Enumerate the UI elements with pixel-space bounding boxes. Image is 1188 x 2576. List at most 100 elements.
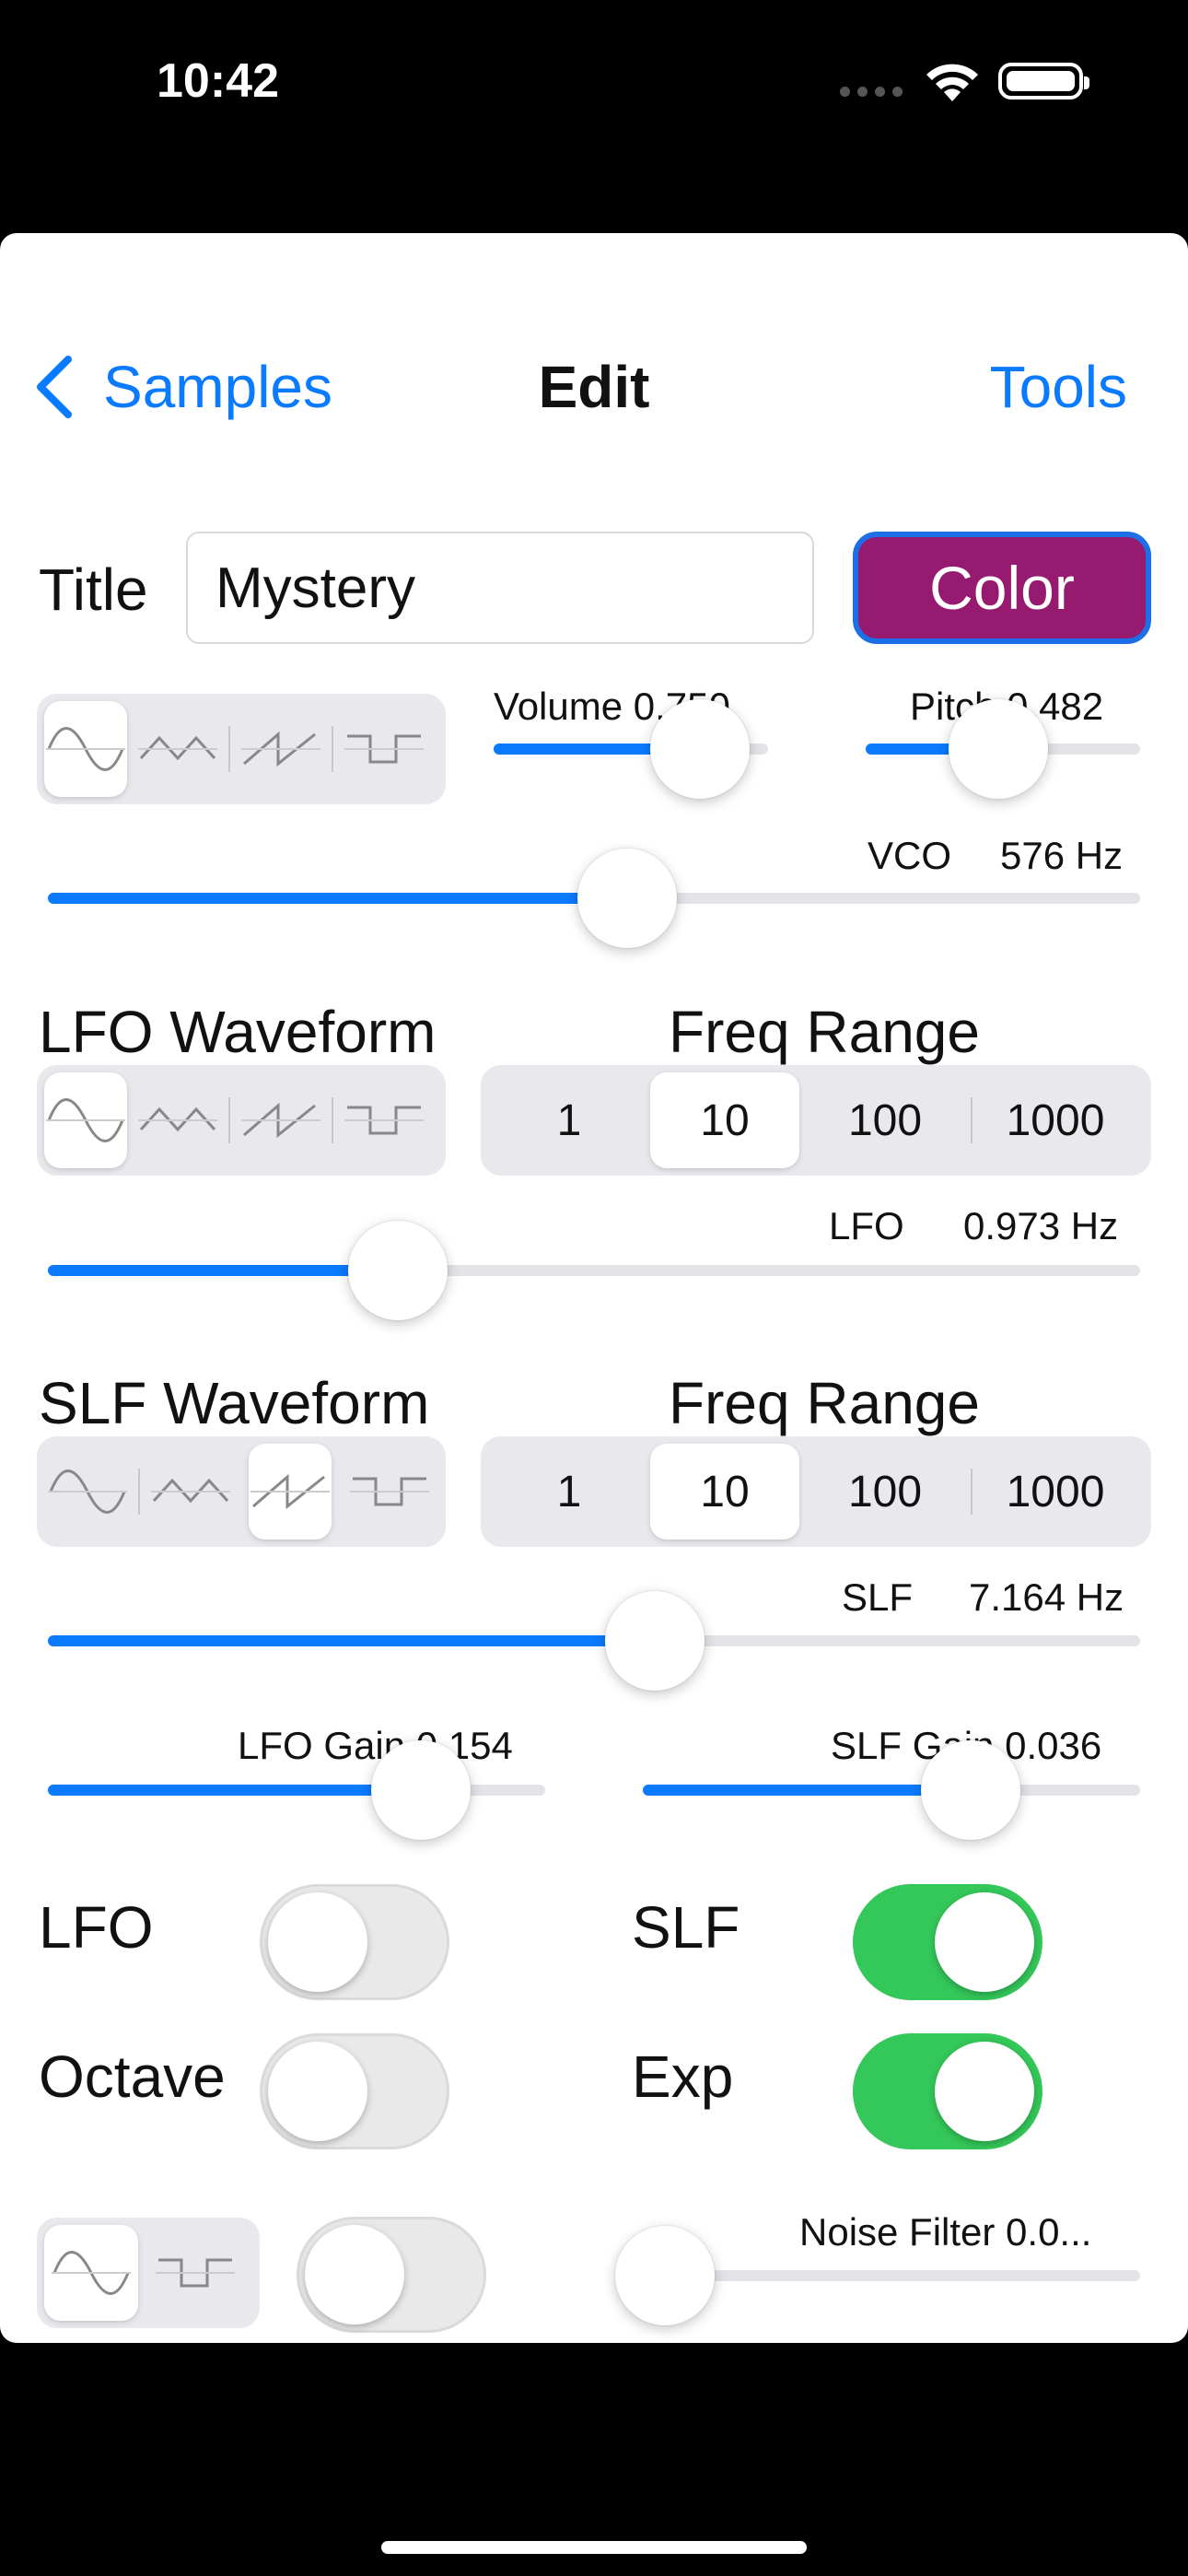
- lfo-gain-label: LFO Gain 0.154: [238, 1724, 513, 1767]
- sine-wave-icon: [46, 1098, 125, 1142]
- slf-waveform-sawtooth[interactable]: [249, 1444, 332, 1540]
- slf-range-1[interactable]: 1: [488, 1444, 650, 1540]
- sine-wave-icon: [48, 1469, 127, 1514]
- color-button-label: Color: [929, 554, 1075, 622]
- slf-frequency-slider-fill: [48, 1635, 656, 1646]
- vco-frequency-value: 576 Hz: [1000, 834, 1124, 877]
- noise-waveform-square[interactable]: [138, 2225, 252, 2321]
- lfo-range-100[interactable]: 100: [799, 1072, 971, 1168]
- octave-toggle-label: Octave: [39, 2043, 226, 2110]
- lfo-freq-range-label: Freq Range: [669, 999, 980, 1065]
- slf-range-100[interactable]: 100: [799, 1444, 971, 1540]
- pitch-slider-thumb[interactable]: [948, 699, 1048, 799]
- slf-range-10[interactable]: 10: [650, 1444, 799, 1540]
- lfo-waveform-segmented[interactable]: [37, 1065, 446, 1176]
- lfo-range-10[interactable]: 10: [650, 1072, 799, 1168]
- lfo-waveform-sine[interactable]: [44, 1072, 127, 1168]
- pitch-slider[interactable]: [866, 699, 1140, 799]
- triangle-wave-icon: [151, 1478, 230, 1504]
- status-time: 10:42: [157, 54, 279, 108]
- triangle-wave-icon: [138, 735, 217, 761]
- lfo-waveform-label: LFO Waveform: [39, 999, 437, 1065]
- slf-waveform-segmented[interactable]: [37, 1436, 446, 1547]
- lfo-waveform-triangle[interactable]: [127, 1072, 228, 1168]
- lfo-frequency-slider[interactable]: [48, 1221, 1140, 1320]
- vco-frequency-slider-fill: [48, 893, 627, 904]
- slf-gain-slider[interactable]: [643, 1740, 1140, 1840]
- vco-frequency-slider[interactable]: [48, 849, 1140, 948]
- lfo-toggle-label: LFO: [39, 1894, 154, 1961]
- noise-toggle[interactable]: [297, 2217, 486, 2333]
- noise-filter-label: Noise Filter 0.0...: [799, 2210, 1092, 2254]
- noise-waveform-sine[interactable]: [44, 2225, 138, 2321]
- slf-toggle-knob: [935, 1892, 1034, 1992]
- noise-filter-slider-thumb[interactable]: [615, 2226, 715, 2325]
- lfo-frequency-slider-fill: [48, 1265, 398, 1276]
- lfo-toggle-knob: [268, 1892, 367, 1992]
- lfo-frequency-value: 0.973 Hz: [963, 1204, 1119, 1247]
- vco-waveform-sawtooth[interactable]: [230, 701, 332, 797]
- slf-waveform-triangle[interactable]: [140, 1444, 241, 1540]
- square-wave-icon: [344, 1106, 424, 1135]
- lfo-gain-slider-fill: [48, 1785, 421, 1796]
- slf-waveform-label: SLF Waveform: [39, 1370, 430, 1436]
- noise-waveform-segmented[interactable]: [37, 2218, 260, 2328]
- exp-toggle[interactable]: [853, 2033, 1042, 2149]
- square-wave-icon: [156, 2258, 235, 2288]
- lfo-range-1000[interactable]: 1000: [973, 1072, 1138, 1168]
- slf-frequency-name: SLF: [842, 1575, 914, 1619]
- slf-freq-range-label: Freq Range: [669, 1370, 980, 1436]
- title-input[interactable]: Mystery: [186, 532, 814, 644]
- lfo-frequency-slider-thumb[interactable]: [347, 1221, 448, 1320]
- sine-wave-icon: [46, 727, 125, 771]
- vco-waveform-triangle[interactable]: [127, 701, 228, 797]
- vco-waveform-sine[interactable]: [44, 701, 127, 797]
- home-indicator[interactable]: [381, 2541, 807, 2554]
- lfo-waveform-square[interactable]: [333, 1072, 435, 1168]
- title-input-value: Mystery: [215, 556, 415, 620]
- vco-frequency-slider-thumb[interactable]: [577, 849, 677, 948]
- vco-waveform-square[interactable]: [333, 701, 435, 797]
- slf-toggle[interactable]: [853, 1884, 1042, 2000]
- octave-toggle-knob: [268, 2042, 367, 2141]
- square-wave-icon: [344, 734, 424, 764]
- volume-slider-thumb[interactable]: [649, 699, 750, 799]
- lfo-gain-slider[interactable]: [48, 1740, 545, 1840]
- tools-button[interactable]: Tools: [990, 353, 1127, 421]
- slf-freq-range-segmented[interactable]: 1 10 100 1000: [481, 1436, 1151, 1547]
- slf-frequency-slider[interactable]: [48, 1591, 1140, 1691]
- square-wave-icon: [350, 1477, 429, 1506]
- sawtooth-wave-icon: [241, 1102, 320, 1139]
- triangle-wave-icon: [138, 1107, 217, 1132]
- battery-icon: [998, 63, 1089, 100]
- exp-toggle-knob: [935, 2042, 1034, 2141]
- noise-filter-slider[interactable]: [615, 2226, 1140, 2325]
- status-bar: 10:42: [0, 0, 1188, 166]
- edit-sheet: Samples Edit Tools Title Mystery Color V…: [0, 233, 1188, 2343]
- sawtooth-wave-icon: [250, 1473, 330, 1510]
- slf-toggle-label: SLF: [632, 1894, 740, 1961]
- cellular-signal-icon: [840, 85, 910, 101]
- lfo-freq-range-segmented[interactable]: 1 10 100 1000: [481, 1065, 1151, 1176]
- lfo-frequency-name: LFO: [829, 1204, 904, 1247]
- sine-wave-icon: [52, 2251, 131, 2295]
- slf-waveform-sine[interactable]: [37, 1444, 138, 1540]
- slf-frequency-value: 7.164 Hz: [969, 1575, 1124, 1619]
- slf-frequency-slider-thumb[interactable]: [605, 1591, 705, 1691]
- slf-gain-slider-thumb[interactable]: [921, 1740, 1021, 1840]
- exp-toggle-label: Exp: [632, 2043, 734, 2110]
- lfo-waveform-sawtooth[interactable]: [230, 1072, 332, 1168]
- lfo-range-1[interactable]: 1: [488, 1072, 650, 1168]
- lfo-toggle[interactable]: [260, 1884, 449, 2000]
- wifi-icon: [926, 64, 978, 101]
- title-label: Title: [39, 556, 148, 623]
- volume-slider[interactable]: [494, 699, 768, 799]
- lfo-gain-slider-thumb[interactable]: [371, 1740, 471, 1840]
- sawtooth-wave-icon: [241, 731, 320, 767]
- vco-waveform-segmented[interactable]: [37, 694, 446, 804]
- vco-frequency-name: VCO: [868, 834, 952, 877]
- slf-range-1000[interactable]: 1000: [973, 1444, 1138, 1540]
- octave-toggle[interactable]: [260, 2033, 449, 2149]
- slf-waveform-square[interactable]: [339, 1444, 440, 1540]
- color-button[interactable]: Color: [853, 532, 1151, 644]
